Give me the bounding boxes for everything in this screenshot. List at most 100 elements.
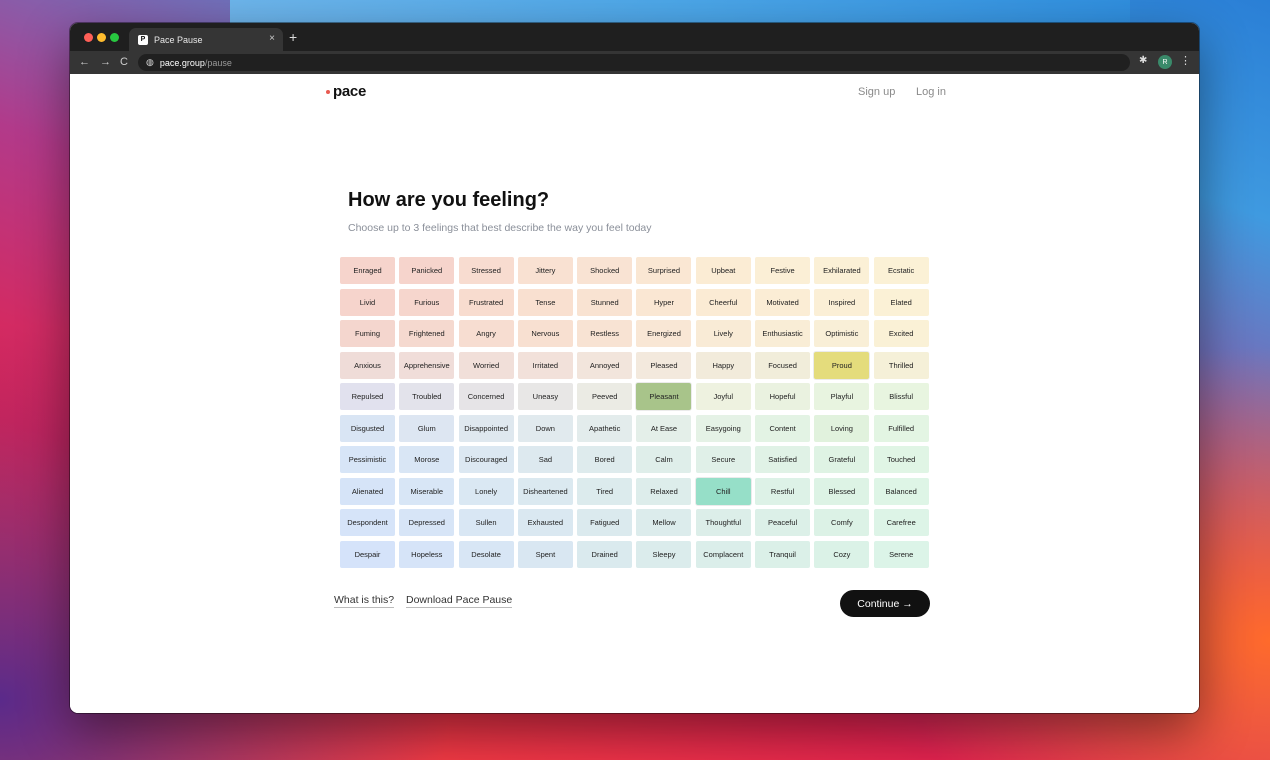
minimize-window-button[interactable] <box>97 33 106 42</box>
feeling-option-depressed[interactable]: Depressed <box>399 509 455 537</box>
feeling-option-discouraged[interactable]: Discouraged <box>458 446 514 474</box>
feeling-option-serene[interactable]: Serene <box>873 540 929 568</box>
feeling-option-cozy[interactable]: Cozy <box>814 540 870 568</box>
feeling-option-at-ease[interactable]: At Ease <box>636 414 692 442</box>
browser-tab[interactable]: P Pace Pause × <box>129 28 283 51</box>
feeling-option-exhilarated[interactable]: Exhilarated <box>814 257 870 284</box>
address-bar[interactable]: ◍ pace.group/pause <box>138 54 1130 71</box>
feeling-option-desolate[interactable]: Desolate <box>458 540 514 568</box>
feeling-option-annoyed[interactable]: Annoyed <box>577 351 633 379</box>
feeling-option-calm[interactable]: Calm <box>636 446 692 474</box>
feeling-option-festive[interactable]: Festive <box>755 257 811 284</box>
feeling-option-satisfied[interactable]: Satisfied <box>755 446 811 474</box>
feeling-option-comfy[interactable]: Comfy <box>814 509 870 537</box>
feeling-option-blissful[interactable]: Blissful <box>873 383 929 411</box>
feeling-option-sullen[interactable]: Sullen <box>458 509 514 537</box>
feeling-option-surprised[interactable]: Surprised <box>636 257 692 284</box>
feeling-option-relaxed[interactable]: Relaxed <box>636 477 692 505</box>
feeling-option-fuming[interactable]: Fuming <box>340 320 395 348</box>
feeling-option-spent[interactable]: Spent <box>517 540 573 568</box>
feeling-option-loving[interactable]: Loving <box>814 414 870 442</box>
profile-avatar[interactable]: R <box>1158 55 1172 69</box>
tab-close-icon[interactable]: × <box>269 33 275 44</box>
feeling-option-panicked[interactable]: Panicked <box>399 257 455 284</box>
feeling-option-optimistic[interactable]: Optimistic <box>814 320 870 348</box>
feeling-option-repulsed[interactable]: Repulsed <box>340 383 395 411</box>
feeling-option-restless[interactable]: Restless <box>577 320 633 348</box>
feeling-option-mellow[interactable]: Mellow <box>636 509 692 537</box>
feeling-option-focused[interactable]: Focused <box>755 351 811 379</box>
back-arrow-icon[interactable]: ← <box>79 56 90 68</box>
forward-arrow-icon[interactable]: → <box>100 56 111 68</box>
feeling-option-proud[interactable]: Proud <box>813 350 871 380</box>
feeling-option-enthusiastic[interactable]: Enthusiastic <box>755 320 811 348</box>
log-in-link[interactable]: Log in <box>916 86 946 98</box>
feeling-option-down[interactable]: Down <box>517 414 573 442</box>
site-info-icon[interactable]: ◍ <box>146 57 154 68</box>
feeling-option-pleased[interactable]: Pleased <box>636 351 692 379</box>
feeling-option-despair[interactable]: Despair <box>340 540 395 568</box>
feeling-option-motivated[interactable]: Motivated <box>755 288 811 316</box>
feeling-option-uneasy[interactable]: Uneasy <box>517 383 573 411</box>
feeling-option-livid[interactable]: Livid <box>340 288 395 316</box>
feeling-option-pleasant[interactable]: Pleasant <box>635 382 693 412</box>
feeling-option-chill[interactable]: Chill <box>694 476 752 506</box>
feeling-option-apathetic[interactable]: Apathetic <box>577 414 633 442</box>
feeling-option-inspired[interactable]: Inspired <box>814 288 870 316</box>
feeling-option-frustrated[interactable]: Frustrated <box>458 288 514 316</box>
feeling-option-elated[interactable]: Elated <box>873 288 929 316</box>
feeling-option-exhausted[interactable]: Exhausted <box>517 509 573 537</box>
feeling-option-enraged[interactable]: Enraged <box>340 257 395 284</box>
feeling-option-peeved[interactable]: Peeved <box>577 383 633 411</box>
feeling-option-fulfilled[interactable]: Fulfilled <box>873 414 929 442</box>
feeling-option-lively[interactable]: Lively <box>695 320 751 348</box>
feeling-option-excited[interactable]: Excited <box>873 320 929 348</box>
feeling-option-concerned[interactable]: Concerned <box>458 383 514 411</box>
feeling-option-playful[interactable]: Playful <box>814 383 870 411</box>
feeling-option-despondent[interactable]: Despondent <box>340 509 395 537</box>
feeling-option-anxious[interactable]: Anxious <box>340 351 395 379</box>
feeling-option-secure[interactable]: Secure <box>695 446 751 474</box>
feeling-option-stunned[interactable]: Stunned <box>577 288 633 316</box>
feeling-option-happy[interactable]: Happy <box>695 351 751 379</box>
feeling-option-shocked[interactable]: Shocked <box>577 257 633 284</box>
feeling-option-disgusted[interactable]: Disgusted <box>340 414 395 442</box>
feeling-option-miserable[interactable]: Miserable <box>399 477 455 505</box>
feeling-option-nervous[interactable]: Nervous <box>517 320 573 348</box>
feeling-option-glum[interactable]: Glum <box>399 414 455 442</box>
feeling-option-ecstatic[interactable]: Ecstatic <box>873 257 929 284</box>
feeling-option-joyful[interactable]: Joyful <box>695 383 751 411</box>
feeling-option-hopeless[interactable]: Hopeless <box>399 540 455 568</box>
feeling-option-sleepy[interactable]: Sleepy <box>636 540 692 568</box>
feeling-option-troubled[interactable]: Troubled <box>399 383 455 411</box>
new-tab-button[interactable]: + <box>289 29 297 45</box>
feeling-option-tense[interactable]: Tense <box>517 288 573 316</box>
download-link[interactable]: Download Pace Pause <box>406 594 513 608</box>
close-window-button[interactable] <box>84 33 93 42</box>
feeling-option-cheerful[interactable]: Cheerful <box>695 288 751 316</box>
maximize-window-button[interactable] <box>110 33 119 42</box>
feeling-option-thoughtful[interactable]: Thoughtful <box>695 509 751 537</box>
feeling-option-tranquil[interactable]: Tranquil <box>755 540 811 568</box>
feeling-option-restful[interactable]: Restful <box>755 477 811 505</box>
feeling-option-worried[interactable]: Worried <box>458 351 514 379</box>
reload-icon[interactable]: C <box>120 56 128 68</box>
extensions-puzzle-icon[interactable]: ✱ <box>1139 55 1147 66</box>
feeling-option-frightened[interactable]: Frightened <box>399 320 455 348</box>
feeling-option-apprehensive[interactable]: Apprehensive <box>399 351 455 379</box>
feeling-option-balanced[interactable]: Balanced <box>873 477 929 505</box>
feeling-option-disheartened[interactable]: Disheartened <box>517 477 573 505</box>
feeling-option-morose[interactable]: Morose <box>399 446 455 474</box>
feeling-option-hyper[interactable]: Hyper <box>636 288 692 316</box>
feeling-option-drained[interactable]: Drained <box>577 540 633 568</box>
feeling-option-content[interactable]: Content <box>755 414 811 442</box>
browser-menu-icon[interactable]: ⋮ <box>1180 54 1191 67</box>
feeling-option-upbeat[interactable]: Upbeat <box>695 257 751 284</box>
feeling-option-carefree[interactable]: Carefree <box>873 509 929 537</box>
feeling-option-touched[interactable]: Touched <box>873 446 929 474</box>
feeling-option-grateful[interactable]: Grateful <box>814 446 870 474</box>
feeling-option-tired[interactable]: Tired <box>577 477 633 505</box>
feeling-option-alienated[interactable]: Alienated <box>340 477 395 505</box>
feeling-option-sad[interactable]: Sad <box>517 446 573 474</box>
feeling-option-blessed[interactable]: Blessed <box>814 477 870 505</box>
